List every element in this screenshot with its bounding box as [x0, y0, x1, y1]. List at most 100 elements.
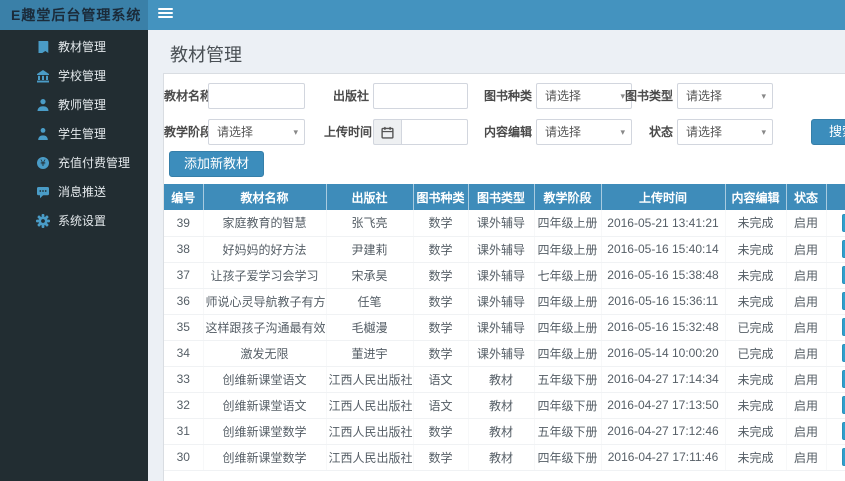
table-row: 35 这样跟孩子沟通最有效 毛樾漫 数学 课外辅导 四年级上册 2016-05-… — [164, 314, 845, 341]
cell-book-type: 课外辅导 — [468, 340, 535, 367]
cell-status: 启用 — [786, 418, 827, 445]
cell-content-editor: 已完成 — [725, 340, 787, 367]
chevron-down-icon: ▾ — [761, 127, 766, 137]
sidebar-item-message-push[interactable]: 消息推送 — [0, 177, 148, 206]
table-row: 33 创维新课堂语文 江西人民出版社 语文 教材 五年级下册 2016-04-2… — [164, 366, 845, 393]
row-action-button[interactable] — [841, 266, 845, 284]
cell-id: 34 — [164, 340, 204, 367]
cell-id: 39 — [164, 210, 204, 237]
cell-upload-time: 2016-05-14 10:00:20 — [601, 340, 726, 367]
upload-time-input[interactable] — [401, 119, 468, 145]
sidebar-menu: 教材管理 学校管理 教师管理 学生管理 ¥ 充值付费管理 消息推送 系统设置 — [0, 30, 148, 235]
cell-publisher: 董进宇 — [326, 340, 414, 367]
cell-id: 31 — [164, 418, 204, 445]
cell-textbook-name: 创维新课堂语文 — [203, 366, 327, 393]
cell-publisher: 任笔 — [326, 288, 414, 315]
calendar-icon[interactable] — [373, 119, 401, 145]
cell-upload-time: 2016-05-16 15:36:11 — [601, 288, 726, 315]
cell-id: 32 — [164, 392, 204, 419]
cell-textbook-name: 让孩子爱学习会学习 — [203, 262, 327, 289]
sidebar-item-recharge-management[interactable]: ¥ 充值付费管理 — [0, 148, 148, 177]
cell-upload-time: 2016-05-16 15:40:14 — [601, 236, 726, 263]
row-action-button[interactable] — [841, 344, 845, 362]
cell-teaching-stage: 七年级上册 — [534, 262, 602, 289]
row-action-button[interactable] — [841, 422, 845, 440]
table-header-cell: 教材名称 — [203, 184, 327, 210]
row-action-button[interactable] — [841, 396, 845, 414]
cell-content-editor: 未完成 — [725, 288, 787, 315]
cell-textbook-name: 好妈妈的好方法 — [203, 236, 327, 263]
cell-book-type: 课外辅导 — [468, 314, 535, 341]
table-header-cell: 图书种类 — [413, 184, 469, 210]
filter-group-book-type: 图书类型 请选择 ▾ — [625, 83, 773, 109]
cell-book-category: 数学 — [413, 288, 469, 315]
top-navbar: E趣堂后台管理系统 — [0, 0, 845, 30]
hamburger-icon[interactable] — [158, 8, 173, 21]
cell-publisher: 江西人民出版社 — [326, 366, 414, 393]
cell-status: 启用 — [786, 236, 827, 263]
table-row: 37 让孩子爱学习会学习 宋承昊 数学 课外辅导 七年级上册 2016-05-1… — [164, 262, 845, 289]
table-row: 30 创维新课堂数学 江西人民出版社 数学 教材 四年级下册 2016-04-2… — [164, 444, 845, 471]
table-row: 39 家庭教育的智慧 张飞亮 数学 课外辅导 四年级上册 2016-05-21 … — [164, 210, 845, 237]
table-header-cell: 图书类型 — [468, 184, 535, 210]
cell-textbook-name: 师说心灵导航教子有方 — [203, 288, 327, 315]
cell-actions — [826, 444, 845, 471]
row-action-button[interactable] — [841, 318, 845, 336]
row-action-button[interactable] — [841, 240, 845, 258]
search-button[interactable]: 搜索 — [811, 119, 845, 145]
cell-textbook-name: 家庭教育的智慧 — [203, 210, 327, 237]
table-row: 31 创维新课堂数学 江西人民出版社 数学 教材 五年级下册 2016-04-2… — [164, 418, 845, 445]
sidebar-item-school-management[interactable]: 学校管理 — [0, 61, 148, 90]
sidebar-item-system-settings[interactable]: 系统设置 — [0, 206, 148, 235]
row-action-button[interactable] — [841, 370, 845, 388]
cell-status: 启用 — [786, 262, 827, 289]
cell-book-type: 教材 — [468, 392, 535, 419]
cell-content-editor: 未完成 — [725, 392, 787, 419]
teaching-stage-select[interactable]: 请选择 ▾ — [208, 119, 305, 145]
cell-book-category: 数学 — [413, 444, 469, 471]
row-action-button[interactable] — [841, 448, 845, 466]
cell-book-category: 数学 — [413, 210, 469, 237]
cell-publisher: 江西人民出版社 — [326, 418, 414, 445]
cell-upload-time: 2016-05-21 13:41:21 — [601, 210, 726, 237]
book-type-select[interactable]: 请选择 ▾ — [677, 83, 773, 109]
chevron-down-icon: ▾ — [761, 91, 766, 101]
row-action-button[interactable] — [841, 213, 845, 232]
cell-actions — [826, 236, 845, 263]
cell-content-editor: 未完成 — [725, 366, 787, 393]
sidebar-item-student-management[interactable]: 学生管理 — [0, 119, 148, 148]
publisher-label: 出版社 — [332, 89, 369, 103]
add-textbook-button[interactable]: 添加新教材 — [169, 151, 265, 177]
cell-actions — [826, 340, 845, 367]
cell-book-category: 数学 — [413, 418, 469, 445]
table-header-cell: 上传时间 — [601, 184, 726, 210]
cell-actions — [826, 288, 845, 315]
cell-upload-time: 2016-05-16 15:38:48 — [601, 262, 726, 289]
school-icon — [36, 69, 51, 83]
cell-book-type: 教材 — [468, 444, 535, 471]
filter-group-status: 状态 请选择 ▾ — [625, 119, 773, 145]
status-select[interactable]: 请选择 ▾ — [677, 119, 773, 145]
cell-publisher: 江西人民出版社 — [326, 444, 414, 471]
row-action-button[interactable] — [841, 292, 845, 310]
sidebar-item-label: 学生管理 — [58, 127, 107, 141]
publisher-input[interactable] — [373, 83, 468, 109]
content-panel: 教材名称 出版社 图书种类 请选择 ▾ 图书类型 请选择 ▾ 教学阶段 请选择 … — [163, 73, 845, 481]
cell-book-category: 数学 — [413, 236, 469, 263]
filter-group-book-category: 图书种类 请选择 ▾ — [484, 83, 632, 109]
cell-actions — [826, 210, 845, 237]
cell-actions — [826, 366, 845, 393]
cell-teaching-stage: 四年级下册 — [534, 444, 602, 471]
book-category-select[interactable]: 请选择 ▾ — [536, 83, 632, 109]
content-editor-select[interactable]: 请选择 ▾ — [536, 119, 632, 145]
sidebar-item-label: 充值付费管理 — [58, 156, 131, 170]
table-row: 34 激发无限 董进宇 数学 课外辅导 四年级上册 2016-05-14 10:… — [164, 340, 845, 367]
textbook-table: 编号 教材名称 出版社 图书种类 图书类型 教学阶段 上传时间 内容编辑 状态 39 家庭教育的… — [164, 184, 845, 471]
cell-textbook-name: 创维新课堂语文 — [203, 392, 327, 419]
cell-id: 30 — [164, 444, 204, 471]
sidebar-item-textbook-management[interactable]: 教材管理 — [0, 32, 148, 61]
cell-status: 启用 — [786, 366, 827, 393]
cell-book-category: 语文 — [413, 392, 469, 419]
sidebar-item-teacher-management[interactable]: 教师管理 — [0, 90, 148, 119]
textbook-name-input[interactable] — [208, 83, 305, 109]
